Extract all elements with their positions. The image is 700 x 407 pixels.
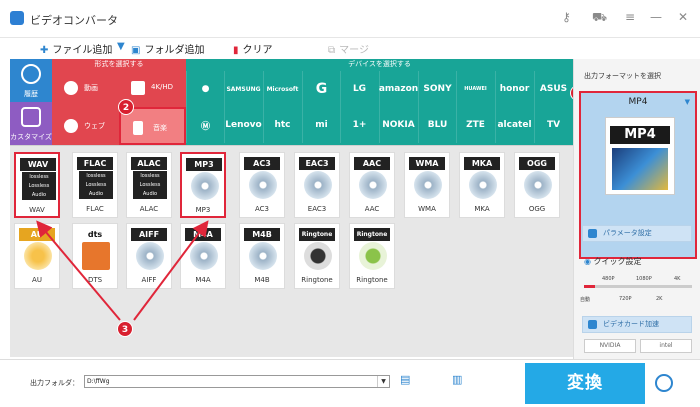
chevron-down-icon: ▼ xyxy=(684,98,690,106)
browse-folder-icon[interactable]: ▤ xyxy=(400,373,410,386)
step-badge-2: 2 xyxy=(118,99,134,115)
quick-settings-icon: ◉ xyxy=(584,257,594,266)
convert-button[interactable]: 変換 xyxy=(525,363,645,404)
output-format-name: MP4 xyxy=(628,97,648,107)
step-badge-3: 3 xyxy=(117,321,133,337)
gpu-acceleration-label: ビデオカード加速 xyxy=(603,320,659,328)
quality-auto: 自動 xyxy=(580,297,591,303)
output-folder-label: 出力フォルダ： xyxy=(30,379,79,387)
output-format-title: 出力フォーマットを選択 xyxy=(584,72,661,80)
quality-2k: 2K xyxy=(656,296,663,302)
intel-logo: intel xyxy=(640,339,692,353)
output-folder-path: D:\ffWg xyxy=(87,378,110,385)
quick-settings-label: ◉ クイック設定 xyxy=(584,256,642,267)
quality-slider[interactable] xyxy=(584,285,692,288)
preview-format-label: MP4 xyxy=(610,126,670,144)
arrow-to-mp3 xyxy=(133,220,209,321)
quality-480p: 480P xyxy=(602,276,615,282)
parameter-settings-label: パラメータ設定 xyxy=(603,229,652,237)
output-folder-input[interactable]: D:\ffWg ▼ xyxy=(84,375,390,388)
parameter-settings-button[interactable]: パラメータ設定 xyxy=(582,225,692,242)
gpu-icon xyxy=(588,320,597,329)
gpu-acceleration-button[interactable]: ビデオカード加速 xyxy=(582,316,692,333)
quality-720p: 720P xyxy=(619,296,632,302)
chevron-down-icon[interactable]: ▼ xyxy=(377,376,389,387)
settings-icon xyxy=(588,229,597,238)
alarm-clock-icon[interactable] xyxy=(655,374,673,392)
format-preview: MP4 xyxy=(605,117,675,195)
nvidia-logo: NVIDIA xyxy=(584,339,636,353)
output-panel: 出力フォーマットを選択 MP4 ▼ MP4 パラメータ設定 ◉ クイック設定 4… xyxy=(573,59,700,359)
open-folder-icon[interactable]: ▥ xyxy=(452,373,462,386)
quality-1080p: 1080P xyxy=(636,276,652,282)
bottom-bar: 出力フォルダ： D:\ffWg ▼ ▤ ▥ 変換 xyxy=(0,359,700,407)
arrow-to-wav xyxy=(36,220,121,321)
quick-settings-text: クイック設定 xyxy=(593,257,642,266)
quality-4k: 4K xyxy=(674,276,681,282)
film-icon xyxy=(612,148,668,190)
